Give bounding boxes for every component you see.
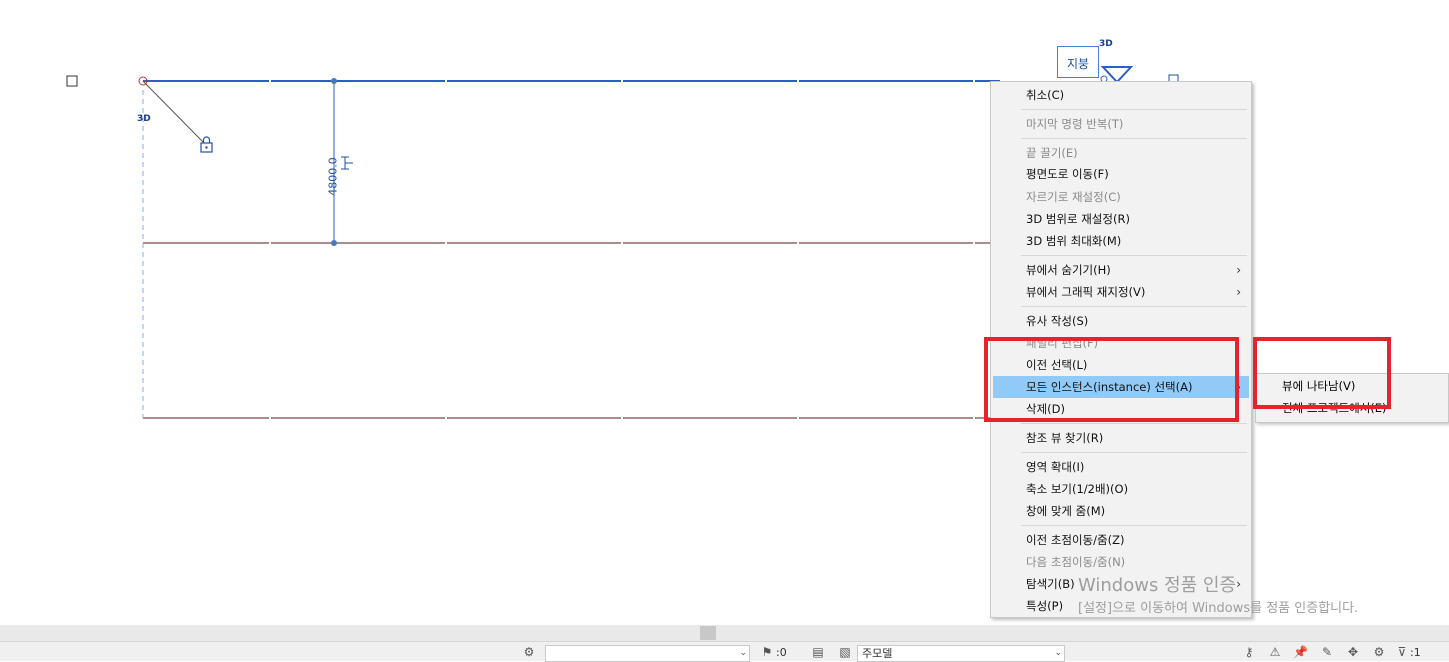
menu-item-previous-pan-zoom[interactable]: 이전 초점이동/줌(Z) — [993, 529, 1249, 551]
menu-item-zoom-in-region[interactable]: 영역 확대(I) — [993, 456, 1249, 478]
annotation-highlight-box — [984, 337, 1239, 422]
menu-separator — [1021, 109, 1247, 110]
select-by-face-icon[interactable]: ✎ — [1320, 645, 1334, 659]
menu-item-cancel[interactable]: 취소(C) — [993, 84, 1249, 106]
menu-item-go-to-plan[interactable]: 평면도로 이동(F) — [993, 163, 1249, 185]
annotation-highlight-box — [1253, 337, 1391, 409]
level-name-label[interactable]: 지붕 — [1057, 46, 1099, 78]
select-underlay-icon[interactable]: ⚠ — [1268, 645, 1282, 659]
activation-watermark-title: Windows 정품 인증 — [1078, 575, 1237, 596]
menu-item-hide-in-view[interactable]: 뷰에서 숨기기(H) › — [993, 259, 1249, 281]
menu-item-override-graphics[interactable]: 뷰에서 그래픽 재지정(V) › — [993, 281, 1249, 303]
submenu-arrow-icon: › — [1236, 577, 1241, 591]
menu-item-reset-crop[interactable]: 자르기로 재설정(C) — [993, 186, 1249, 208]
3d-tag-right[interactable]: 3D — [1099, 39, 1113, 49]
dimension-value[interactable]: 4800.0 — [327, 157, 340, 197]
menu-separator — [1021, 255, 1247, 256]
background-process-icon[interactable]: ⚙ — [1372, 645, 1386, 659]
workset-dropdown[interactable]: ⌄ — [545, 645, 750, 662]
level-head-icon[interactable] — [1100, 66, 1134, 84]
main-model-icon[interactable]: ▧ — [838, 645, 852, 659]
dimension-grip-top[interactable] — [331, 78, 337, 84]
dimension-grip-bottom[interactable] — [331, 240, 337, 246]
menu-item-reset-3d-extents[interactable]: 3D 범위로 재설정(R) — [993, 208, 1249, 230]
menu-separator — [1021, 138, 1247, 139]
editable-count: :0 — [776, 646, 787, 659]
lock-icon[interactable] — [200, 136, 213, 153]
horizontal-scrollbar[interactable] — [0, 625, 1449, 641]
menu-item-repeat-last[interactable]: 마지막 명령 반복(T) — [993, 113, 1249, 135]
status-bar: ⚙ ⌄ ⚑ :0 ▤ ▧ 주모델 ⌄ ⚷ ⚠ 📌 ✎ ✥ ⚙ ⊽ :1 — [0, 641, 1449, 662]
design-options-icon[interactable]: ▤ — [811, 645, 825, 659]
menu-separator — [1021, 306, 1247, 307]
filter-count: :1 — [1410, 646, 1421, 659]
dimension-text-icon[interactable] — [341, 156, 353, 170]
chevron-down-icon: ⌄ — [739, 648, 747, 658]
menu-item-next-pan-zoom[interactable]: 다음 초점이동/줌(N) — [993, 551, 1249, 573]
submenu-arrow-icon: › — [1236, 263, 1241, 277]
view-control-square[interactable] — [66, 75, 78, 87]
3d-tag-left[interactable]: 3D — [137, 114, 151, 124]
menu-separator — [1021, 525, 1247, 526]
chevron-down-icon: ⌄ — [1054, 648, 1062, 658]
scrollbar-thumb[interactable] — [700, 626, 716, 640]
filter-icon[interactable]: ⊽ — [1395, 645, 1409, 659]
menu-item-zoom-out-half[interactable]: 축소 보기(1/2배)(O) — [993, 478, 1249, 500]
menu-item-maximize-3d-extents[interactable]: 3D 범위 최대화(M) — [993, 230, 1249, 252]
menu-separator — [1021, 423, 1247, 424]
alignment-leader — [142, 80, 204, 143]
menu-item-create-similar[interactable]: 유사 작성(S) — [993, 310, 1249, 332]
submenu-arrow-icon: › — [1236, 285, 1241, 299]
menu-item-zoom-to-fit[interactable]: 창에 맞게 줌(M) — [993, 500, 1249, 522]
menu-separator — [1021, 452, 1247, 453]
drag-elements-icon[interactable]: ✥ — [1346, 645, 1360, 659]
worksets-icon[interactable]: ⚙ — [522, 645, 536, 659]
select-links-icon[interactable]: ⚷ — [1242, 645, 1256, 659]
activation-watermark-subtitle: [설정]으로 이동하여 Windows를 정품 인증합니다. — [1078, 601, 1359, 616]
select-pinned-icon[interactable]: 📌 — [1293, 645, 1308, 659]
editable-only-icon[interactable]: ⚑ — [760, 645, 774, 659]
menu-item-drag-end[interactable]: 끝 끌기(E) — [993, 142, 1249, 164]
menu-item-find-referring-views[interactable]: 참조 뷰 찾기(R) — [993, 427, 1249, 449]
design-option-dropdown[interactable]: 주모델 ⌄ — [857, 645, 1065, 662]
